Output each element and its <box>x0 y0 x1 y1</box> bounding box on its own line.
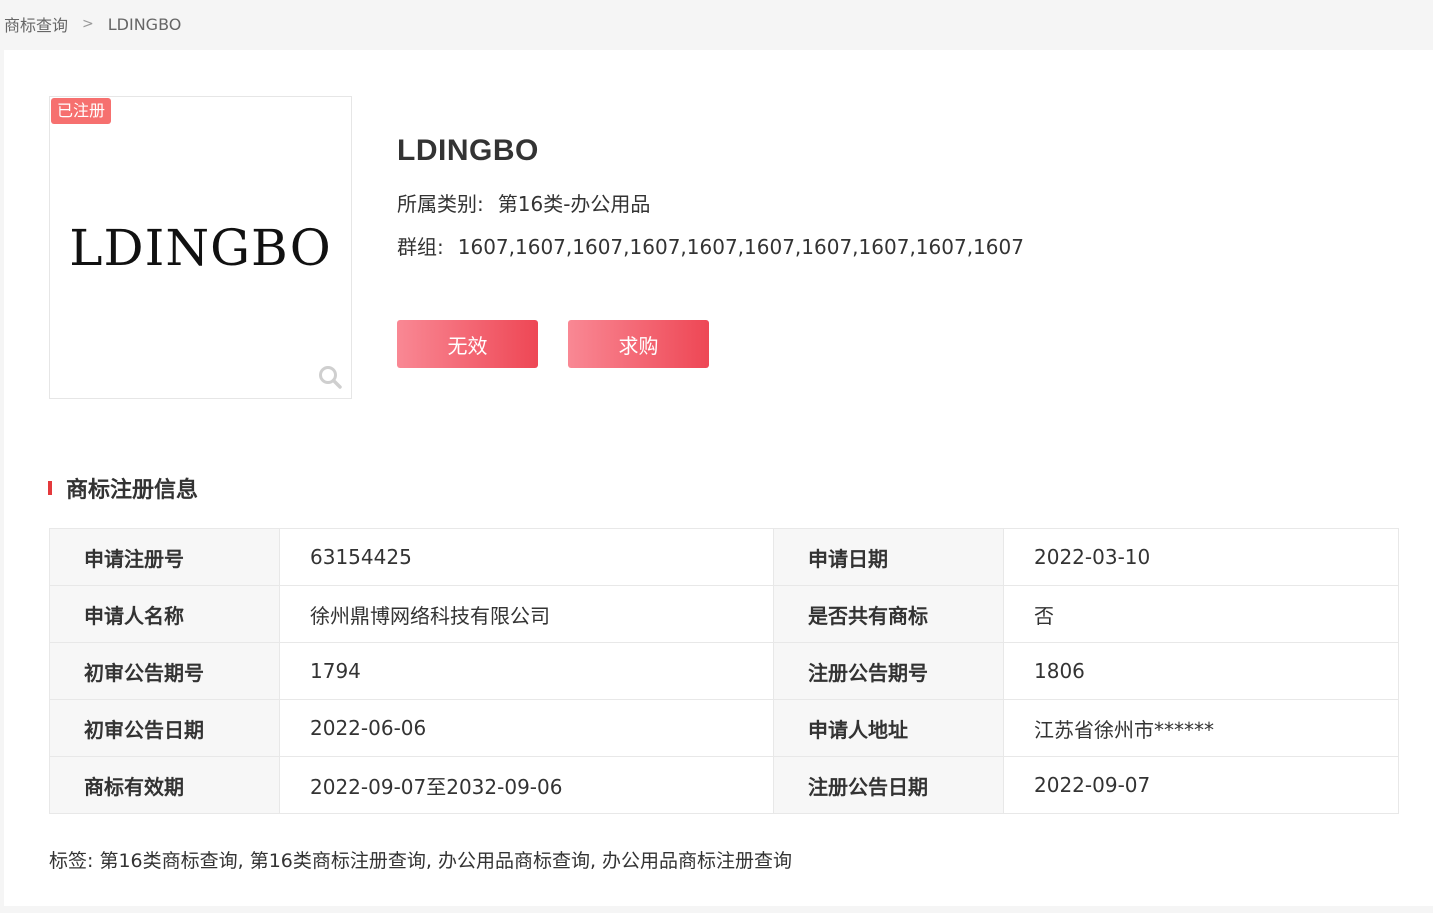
category-row: 所属类别: 第16类-办公用品 <box>397 188 1024 217</box>
table-row: 初审公告期号 1794 注册公告期号 1806 <box>49 642 1399 700</box>
trademark-logo-image: LDINGBO <box>69 219 332 277</box>
tags-line: 标签: 第16类商标查询, 第16类商标注册查询, 办公用品商标查询, 办公用品… <box>49 850 793 872</box>
table-value: 徐州鼎博网络科技有限公司 <box>279 585 774 643</box>
table-label: 是否共有商标 <box>773 585 1004 643</box>
breadcrumb: 商标查询 > LDINGBO <box>4 12 181 36</box>
table-label: 申请人名称 <box>49 585 280 643</box>
table-label: 申请注册号 <box>49 528 280 586</box>
table-row: 申请注册号 63154425 申请日期 2022-03-10 <box>49 528 1399 586</box>
action-buttons: 无效 求购 <box>397 320 709 368</box>
table-label: 初审公告日期 <box>49 699 280 757</box>
table-value: 江苏省徐州市****** <box>1003 699 1399 757</box>
trademark-logo-box[interactable]: 已注册 LDINGBO <box>49 96 352 399</box>
breadcrumb-current: LDINGBO <box>107 14 182 34</box>
status-badge: 已注册 <box>51 98 112 124</box>
section-title: 商标注册信息 <box>48 472 198 504</box>
group-row: 群组: 1607,1607,1607,1607,1607,1607,1607,16… <box>397 231 1024 260</box>
breadcrumb-separator: > <box>82 16 94 32</box>
zoom-icon[interactable] <box>317 364 343 390</box>
table-value: 2022-09-07至2032-09-06 <box>279 756 774 814</box>
trademark-info: LDINGBO 所属类别: 第16类-办公用品 群组: 1607,1607,1607… <box>397 134 1024 260</box>
table-label: 商标有效期 <box>49 756 280 814</box>
table-row: 商标有效期 2022-09-07至2032-09-06 注册公告日期 2022-… <box>49 756 1399 814</box>
section-title-text: 商标注册信息 <box>66 478 199 503</box>
category-value: 第16类-办公用品 <box>497 192 651 216</box>
table-value: 否 <box>1003 585 1399 643</box>
breadcrumb-root-link[interactable]: 商标查询 <box>4 12 68 36</box>
table-label: 申请人地址 <box>773 699 1004 757</box>
main-panel: 已注册 LDINGBO LDINGBO 所属类别: 第16类-办公用品 群组: 16… <box>4 50 1433 906</box>
trademark-name: LDINGBO <box>397 134 539 167</box>
table-label: 注册公告期号 <box>773 642 1004 700</box>
group-value: 1607,1607,1607,1607,1607,1607,1607,1607,… <box>457 235 1024 259</box>
table-label: 申请日期 <box>773 528 1004 586</box>
category-label: 所属类别: <box>397 192 484 216</box>
section-accent-bar <box>48 481 52 495</box>
table-value: 2022-03-10 <box>1003 528 1399 586</box>
table-row: 初审公告日期 2022-06-06 申请人地址 江苏省徐州市****** <box>49 699 1399 757</box>
table-value: 1794 <box>279 642 774 700</box>
registration-info-table: 申请注册号 63154425 申请日期 2022-03-10 申请人名称 徐州鼎… <box>49 528 1399 814</box>
invalid-button[interactable]: 无效 <box>397 320 538 368</box>
table-row: 申请人名称 徐州鼎博网络科技有限公司 是否共有商标 否 <box>49 585 1399 643</box>
table-value: 63154425 <box>279 528 774 586</box>
table-value: 2022-09-07 <box>1003 756 1399 814</box>
table-value: 1806 <box>1003 642 1399 700</box>
table-label: 注册公告日期 <box>773 756 1004 814</box>
group-label: 群组: <box>397 235 444 259</box>
table-label: 初审公告期号 <box>49 642 280 700</box>
table-value: 2022-06-06 <box>279 699 774 757</box>
buy-request-button[interactable]: 求购 <box>568 320 709 368</box>
